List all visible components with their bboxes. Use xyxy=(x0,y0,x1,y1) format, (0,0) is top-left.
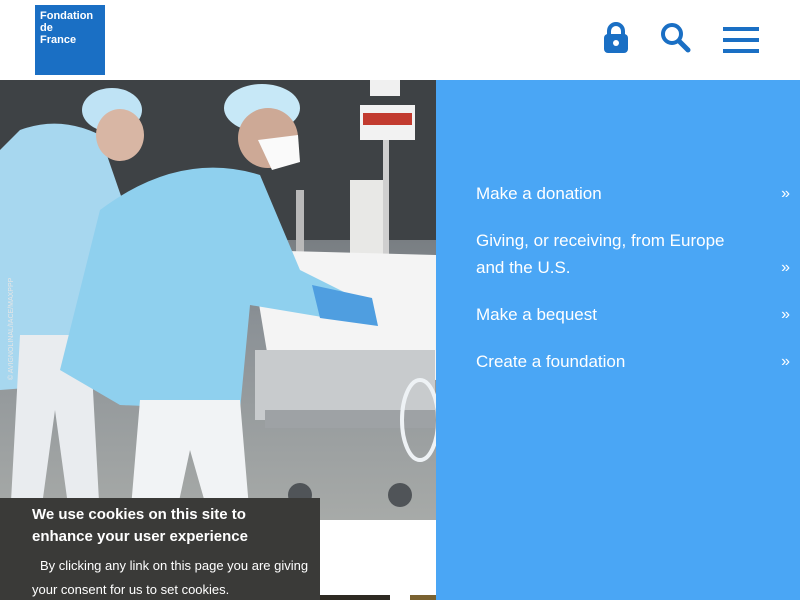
side-menu-panel: Make a donation » Giving, or receiving, … xyxy=(436,80,800,600)
site-header: Fondation de France xyxy=(0,0,800,80)
hero-photo: © AVIGNOLINAL/IACE/MAXPPP xyxy=(0,80,436,520)
menu-item-label: Make a bequest xyxy=(476,305,597,324)
logo-line-3: France xyxy=(40,34,77,46)
menu-item-label: Create a foundation xyxy=(476,352,626,371)
search-icon[interactable] xyxy=(660,22,692,54)
chevron-right-icon: » xyxy=(781,259,790,276)
logo-line-2: de xyxy=(40,22,53,34)
menu-list: Make a donation » Giving, or receiving, … xyxy=(476,180,790,395)
photo-credit: © AVIGNOLINAL/IACE/MAXPPP xyxy=(8,277,15,380)
menu-item-make-bequest[interactable]: Make a bequest » xyxy=(476,301,790,328)
card-thumbnail[interactable] xyxy=(410,595,436,600)
fondation-de-france-logo[interactable]: Fondation de France xyxy=(35,5,105,75)
menu-item-make-donation[interactable]: Make a donation » xyxy=(476,180,790,207)
cookie-banner: We use cookies on this site to enhance y… xyxy=(0,498,320,600)
chevron-right-icon: » xyxy=(781,185,790,202)
cookie-title: We use cookies on this site to enhance y… xyxy=(32,506,248,545)
card-thumbnail[interactable] xyxy=(320,595,390,600)
cookie-consent-text: By clicking any link on this page you ar… xyxy=(32,558,309,597)
chevron-right-icon: » xyxy=(781,306,790,323)
chevron-right-icon: » xyxy=(781,353,790,370)
menu-item-label: Make a donation xyxy=(476,184,602,203)
lock-icon[interactable] xyxy=(602,21,630,55)
hamburger-menu-icon[interactable] xyxy=(721,25,761,55)
menu-item-europe-us[interactable]: Giving, or receiving, from Europe and th… xyxy=(476,227,790,281)
menu-item-create-foundation[interactable]: Create a foundation » xyxy=(476,348,790,375)
logo-line-1: Fondation xyxy=(40,10,94,22)
menu-item-label: Giving, or receiving, from Europe and th… xyxy=(476,231,725,277)
